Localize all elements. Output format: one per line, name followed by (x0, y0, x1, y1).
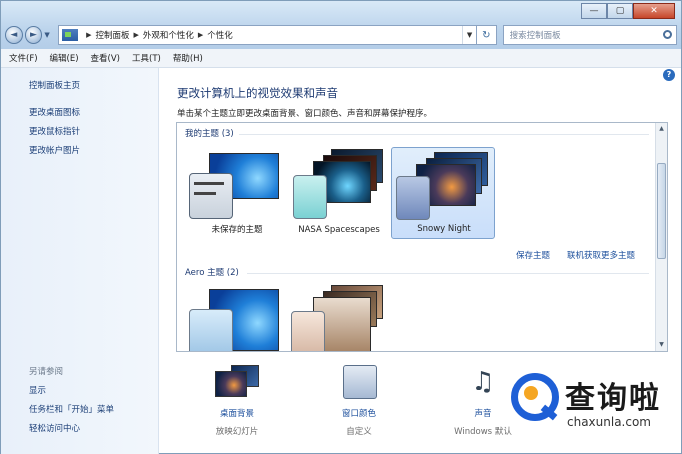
theme-color-swatch (291, 311, 325, 351)
group-divider (239, 134, 649, 135)
chevron-right-icon[interactable]: ▶ (134, 31, 139, 39)
theme-name: 未保存的主题 (211, 225, 263, 235)
menu-bar: 文件(F) 编辑(E) 查看(V) 工具(T) 帮助(H) (1, 49, 681, 68)
sidebar-item-control-panel-home[interactable]: 控制面板主页 (29, 79, 80, 91)
menu-file[interactable]: 文件(F) (9, 52, 38, 64)
theme-color-swatch (189, 309, 233, 351)
theme-aero-architecture[interactable] (287, 283, 391, 351)
swatch-line (194, 192, 216, 195)
theme-color-swatch (396, 176, 430, 220)
menu-help[interactable]: 帮助(H) (173, 52, 203, 64)
option-sublabel: 自定义 (346, 427, 372, 437)
watermark-logo-dot (524, 386, 538, 400)
see-also-display[interactable]: 显示 (29, 384, 46, 396)
page-title: 更改计算机上的视觉效果和声音 (177, 86, 338, 100)
watermark: 查询啦 chaxunla.com (511, 373, 682, 433)
maximize-button[interactable]: ▢ (607, 3, 633, 19)
address-bar[interactable]: ▶ 控制面板 ▶ 外观和个性化 ▶ 个性化 ▼ (58, 25, 478, 45)
color-swatch (343, 365, 377, 399)
navigation-row: ◄ ► ▼ ▶ 控制面板 ▶ 外观和个性化 ▶ 个性化 ▼ ↻ 搜索控制面板 (5, 23, 677, 47)
title-bar: — ▢ ✕ ◄ ► ▼ ▶ 控制面板 ▶ 外观和个性化 ▶ 个性化 ▼ ↻ 搜索… (1, 1, 681, 49)
option-label[interactable]: 桌面背景 (192, 407, 282, 419)
see-also-taskbar[interactable]: 任务栏和「开始」菜单 (29, 403, 114, 415)
theme-unsaved[interactable]: 未保存的主题 (185, 147, 289, 239)
sidebar-item-desktop-icons[interactable]: 更改桌面图标 (29, 106, 80, 118)
menu-tools[interactable]: 工具(T) (132, 52, 161, 64)
search-placeholder: 搜索控制面板 (509, 31, 561, 41)
recent-pages-dropdown-icon[interactable]: ▼ (44, 31, 54, 39)
watermark-text: 查询啦 (565, 381, 661, 416)
option-sublabel: 放映幻灯片 (215, 427, 259, 437)
refresh-button[interactable]: ↻ (477, 25, 497, 45)
chevron-right-icon[interactable]: ▶ (198, 31, 203, 39)
chevron-right-icon[interactable]: ▶ (86, 31, 91, 39)
get-more-themes-link[interactable]: 联机获取更多主题 (567, 249, 635, 261)
control-panel-icon (62, 29, 79, 41)
breadcrumb-control-panel[interactable]: 控制面板 (95, 29, 129, 41)
sidebar-item-mouse-pointer[interactable]: 更改鼠标指针 (29, 125, 80, 137)
swatch-line (194, 182, 224, 185)
theme-list-scrollbar[interactable]: ▲ ▼ (655, 123, 667, 351)
see-also-title: 另请参阅 (29, 367, 64, 377)
minimize-button[interactable]: — (581, 3, 607, 19)
page-subtitle: 单击某个主题立即更改桌面背景、窗口颜色、声音和屏幕保护程序。 (177, 109, 433, 119)
scroll-down-icon[interactable]: ▼ (656, 339, 667, 351)
option-window-color[interactable]: 窗口颜色 自定义 (314, 365, 404, 437)
window-controls: — ▢ ✕ (581, 3, 675, 19)
theme-name: Snowy Night (417, 224, 471, 234)
theme-color-swatch (293, 175, 327, 219)
breadcrumb-appearance[interactable]: 外观和个性化 (143, 29, 194, 41)
menu-view[interactable]: 查看(V) (91, 52, 120, 64)
save-theme-link[interactable]: 保存主题 (516, 249, 550, 261)
address-dropdown-icon[interactable]: ▼ (462, 26, 476, 44)
sound-icon: ♫ (471, 367, 495, 397)
sidebar: 控制面板主页 更改桌面图标 更改鼠标指针 更改帐户图片 另请参阅 显示 任务栏和… (1, 68, 159, 454)
theme-snowy-night[interactable]: Snowy Night (391, 147, 495, 239)
back-button[interactable]: ◄ (5, 26, 23, 44)
explorer-window: — ▢ ✕ ◄ ► ▼ ▶ 控制面板 ▶ 外观和个性化 ▶ 个性化 ▼ ↻ 搜索… (0, 0, 682, 454)
search-input[interactable]: 搜索控制面板 (502, 25, 677, 45)
desktop-background-icon (213, 365, 261, 399)
theme-name: NASA Spacescapes (298, 225, 380, 235)
bg-front (215, 371, 247, 397)
theme-aero-windows[interactable] (185, 283, 289, 351)
aero-themes-label: Aero 主题 (2) (185, 268, 239, 278)
menu-edit[interactable]: 编辑(E) (50, 52, 79, 64)
my-themes-label: 我的主题 (3) (185, 129, 234, 139)
search-icon[interactable] (662, 30, 672, 39)
theme-color-swatch (189, 173, 233, 219)
watermark-url: chaxunla.com (567, 415, 651, 429)
help-icon[interactable]: ? (663, 69, 675, 81)
sidebar-item-account-picture[interactable]: 更改帐户图片 (29, 144, 80, 156)
scroll-up-icon[interactable]: ▲ (656, 123, 667, 135)
group-divider (247, 273, 649, 274)
theme-list: 我的主题 (3) 未保存的主题 NASA Spacescapes Snowy N… (176, 122, 668, 352)
window-color-icon (335, 365, 383, 399)
close-button[interactable]: ✕ (633, 3, 675, 19)
scroll-thumb[interactable] (657, 163, 666, 259)
theme-nasa-spacescapes[interactable]: NASA Spacescapes (287, 147, 391, 239)
option-label[interactable]: 窗口颜色 (314, 407, 404, 419)
see-also-ease-of-access[interactable]: 轻松访问中心 (29, 422, 80, 434)
option-desktop-background[interactable]: 桌面背景 放映幻灯片 (192, 365, 282, 437)
forward-button[interactable]: ► (24, 26, 43, 44)
breadcrumb-personalization[interactable]: 个性化 (207, 29, 233, 41)
